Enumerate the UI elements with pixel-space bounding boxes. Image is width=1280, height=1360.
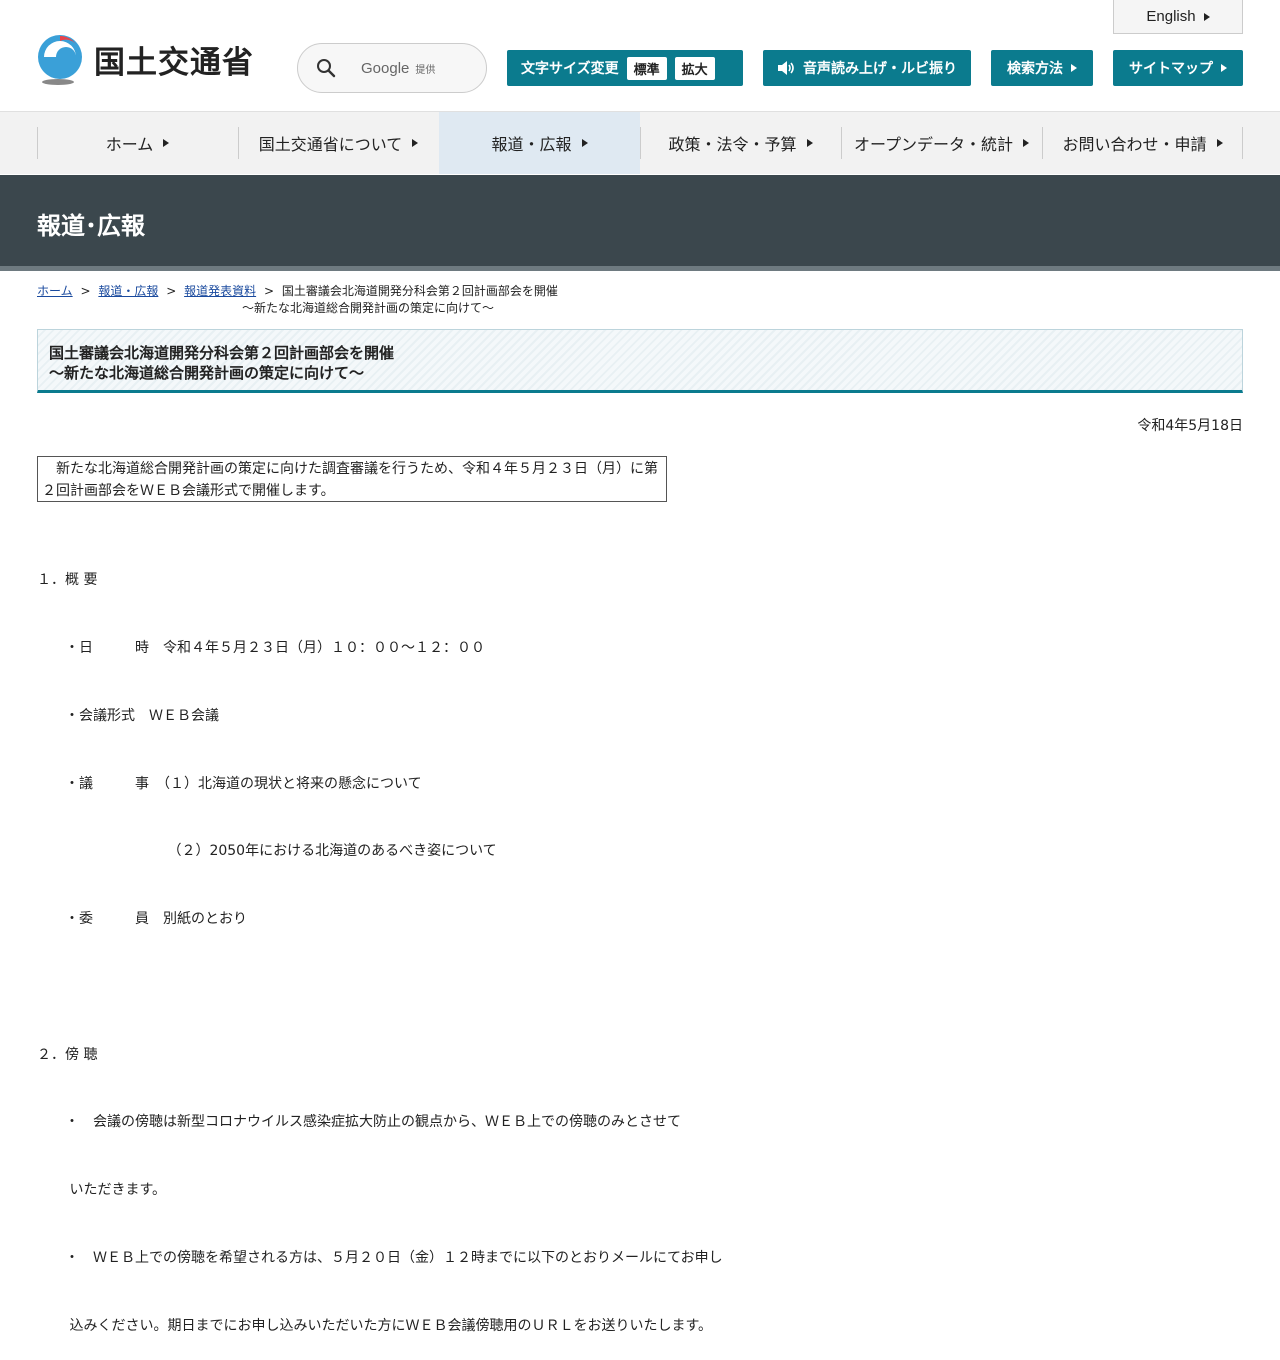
breadcrumb-separator: >: [166, 284, 177, 298]
logo-text: 国土交通省: [94, 44, 254, 81]
nav-item-label: 国土交通省について: [258, 135, 403, 154]
english-link[interactable]: English: [1113, 0, 1243, 34]
breadcrumb-separator: >: [80, 284, 91, 298]
article-subtitle-line: ～新たな北海道総合開発計画の策定に向けて～: [49, 364, 365, 382]
english-label: English: [1146, 8, 1196, 25]
body-line: ２．傍 聴: [37, 1046, 98, 1063]
body-line: 込みください。期日までにお申し込みいただいた方にＷＥＢ会議傍聴用のＵＲＬをお送り…: [37, 1317, 713, 1334]
voice-ruby-label: 音声読み上げ・ルビ振り: [803, 61, 957, 77]
section-title: 報道･広報: [37, 212, 145, 240]
font-size-control: 文字サイズ変更 標準 拡大: [507, 50, 743, 86]
search-engine-label: Google: [361, 59, 410, 77]
breadcrumb-current-subtitle: ～新たな北海道総合開発計画の策定に向けて～: [242, 301, 495, 315]
body-line: ・会議形式 ＷＥＢ会議: [37, 707, 219, 724]
body-line: （２）2050年における北海道のあるべき姿について: [37, 843, 497, 860]
site-header: 国土交通省 Google 提供 English 文字サイズ変更 標準 拡大 音声…: [0, 0, 1280, 112]
voice-ruby-button[interactable]: 音声読み上げ・ルビ振り: [763, 50, 971, 86]
arrow-right-icon: [412, 139, 419, 147]
font-size-large-button[interactable]: 拡大: [674, 56, 715, 80]
breadcrumb-current: 国土審議会北海道開発分科会第２回計画部会を開催: [281, 284, 558, 298]
nav-item-label: お問い合わせ・申請: [1062, 135, 1207, 154]
body-line: [37, 976, 723, 999]
nav-item-home[interactable]: ホーム: [37, 112, 238, 174]
search-method-button[interactable]: 検索方法: [991, 50, 1093, 86]
nav-item-contact[interactable]: お問い合わせ・申請: [1042, 112, 1243, 174]
nav-item-label: ホーム: [105, 135, 154, 154]
breadcrumb: ホーム > 報道・広報 > 報道発表資料 > 国土審議会北海道開発分科会第２回計…: [37, 283, 637, 317]
body-line: ・日 時 令和４年５月２３日（月）１０：００～１２：００: [37, 639, 485, 656]
arrow-right-icon: [1071, 64, 1077, 72]
body-line: ・ ＷＥＢ上での傍聴を希望される方は、５月２０日（金）１２時までに以下のとおりメ…: [37, 1250, 723, 1266]
article-title-line: 国土審議会北海道開発分科会第２回計画部会を開催: [49, 344, 395, 362]
body-line: ・ 会議の傍聴は新型コロナウイルス感染症拡大防止の観点から、ＷＥＢ上での傍聴のみ…: [37, 1114, 681, 1131]
site-logo[interactable]: 国土交通省: [36, 33, 254, 85]
search-provided-label: 提供: [415, 64, 436, 76]
publish-date: 令和4年5月18日: [1137, 418, 1243, 434]
breadcrumb-home-link[interactable]: ホーム: [37, 284, 73, 298]
article-lead-box: 新たな北海道総合開発計画の策定に向けた調査審議を行うため、令和４年５月２３日（月…: [37, 456, 667, 502]
mlit-logo-icon: [38, 35, 82, 85]
article-title: 国土審議会北海道開発分科会第２回計画部会を開催 ～新たな北海道総合開発計画の策定…: [49, 343, 394, 383]
arrow-right-icon: [581, 139, 588, 147]
lead-line: 新たな北海道総合開発計画の策定に向けた調査審議を行うため、令和４年５月２３日（月…: [42, 461, 658, 477]
sitemap-button[interactable]: サイトマップ: [1113, 50, 1243, 86]
nav-item-label: オープンデータ・統計: [853, 135, 1014, 154]
section-banner: 報道･広報: [0, 175, 1280, 271]
nav-item-label: 報道・広報: [491, 135, 572, 154]
arrow-right-icon: [1203, 12, 1210, 21]
body-line: ・議 事 （１）北海道の現状と将来の懸念について: [37, 775, 422, 792]
article-title-box: 国土審議会北海道開発分科会第２回計画部会を開催 ～新たな北海道総合開発計画の策定…: [37, 329, 1243, 393]
arrow-right-icon: [1216, 139, 1223, 147]
arrow-right-icon: [806, 139, 813, 147]
site-search[interactable]: Google 提供: [297, 43, 487, 93]
nav-item-about[interactable]: 国土交通省について: [238, 112, 439, 174]
arrow-right-icon: [163, 139, 170, 147]
sitemap-label: サイトマップ: [1129, 61, 1213, 77]
breadcrumb-press-link[interactable]: 報道・広報: [98, 284, 158, 298]
font-size-label: 文字サイズ変更: [521, 61, 619, 77]
search-icon[interactable]: [316, 58, 336, 78]
breadcrumb-releases-link[interactable]: 報道発表資料: [184, 284, 256, 298]
arrow-right-icon: [1023, 139, 1030, 147]
arrow-right-icon: [1221, 64, 1227, 72]
breadcrumb-separator: >: [263, 284, 274, 298]
search-method-label: 検索方法: [1007, 61, 1063, 77]
global-nav: ホーム 国土交通省について 報道・広報 政策・法令・予算 オープンデータ・統計 …: [0, 112, 1280, 174]
lead-line: ２回計画部会をＷＥＢ会議形式で開催します。: [42, 483, 335, 499]
body-line: ・委 員 別紙のとおり: [37, 911, 247, 928]
nav-item-opendata[interactable]: オープンデータ・統計: [841, 112, 1042, 174]
body-line: １．概 要: [37, 572, 98, 589]
nav-item-label: 政策・法令・予算: [668, 135, 797, 154]
speaker-icon: [778, 61, 794, 75]
article-body: １．概 要 ・日 時 令和４年５月２３日（月）１０：００～１２：００ ・会議形式…: [37, 524, 723, 1360]
body-line: いただきます。: [37, 1182, 167, 1199]
nav-item-press[interactable]: 報道・広報: [439, 112, 640, 174]
nav-item-policy[interactable]: 政策・法令・予算: [640, 112, 841, 174]
font-size-standard-button[interactable]: 標準: [626, 56, 667, 80]
